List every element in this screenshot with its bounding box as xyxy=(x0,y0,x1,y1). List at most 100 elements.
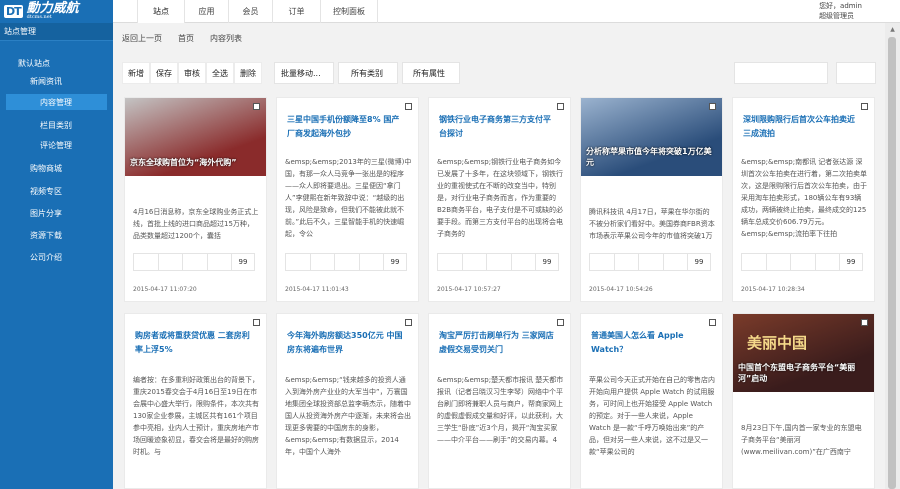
action-slot[interactable] xyxy=(615,254,639,270)
article-thumbnail[interactable]: 美丽中国 中国首个东盟电子商务平台“美丽河”启动 xyxy=(733,314,874,392)
sidebar-item-comments[interactable]: 评论管理 xyxy=(40,137,72,153)
attribute-select[interactable]: 所有属性 xyxy=(402,62,460,84)
article-card[interactable]: 淘宝严厉打击刷单行为 三家网店虚假交易受罚关门 &emsp;&emsp;楚天都市报… xyxy=(428,313,571,489)
action-slot[interactable] xyxy=(590,254,615,270)
sidebar-item-category[interactable]: 栏目类别 xyxy=(40,117,72,133)
thumbnail-caption[interactable]: 京东全球购首位为“海外代购” xyxy=(130,157,262,168)
thumbnail-caption[interactable]: 中国首个东盟电子商务平台“美丽河”启动 xyxy=(738,362,870,384)
select-checkbox[interactable] xyxy=(557,319,564,326)
save-button[interactable]: 保存 xyxy=(150,62,178,84)
batch-move-select[interactable]: 批量移动... xyxy=(274,62,334,84)
action-slot[interactable] xyxy=(639,254,664,270)
select-checkbox[interactable] xyxy=(709,319,716,326)
sort-order-value[interactable]: 99 xyxy=(232,254,254,270)
top-nav-orders[interactable]: 订单 xyxy=(272,0,320,23)
action-slot[interactable] xyxy=(335,254,360,270)
top-nav-members[interactable]: 会员 xyxy=(228,0,272,23)
article-summary: &emsp;&emsp;“钱来越多的投资人通入到海外房产业业的大军当中”，万寰国… xyxy=(285,376,411,456)
select-checkbox[interactable] xyxy=(405,103,412,110)
article-card[interactable]: 购房者或将重获贷优惠 二套房利率上浮5% 编者按：在多重利好政策出台的背景下，重庆… xyxy=(124,313,267,489)
action-slot[interactable] xyxy=(159,254,183,270)
select-checkbox[interactable] xyxy=(253,319,260,326)
sort-order-value[interactable]: 99 xyxy=(688,254,710,270)
article-thumbnail[interactable]: 分析称苹果市值今年将突破1万亿美元 xyxy=(581,98,722,176)
article-title[interactable]: 今年海外购房额达350亿元 中国房东将遍布世界 xyxy=(287,329,406,357)
article-date: 2015-04-17 11:01:43 xyxy=(285,286,349,293)
search-input[interactable] xyxy=(734,62,828,84)
sidebar-item-about[interactable]: 公司介绍 xyxy=(30,249,62,265)
article-summary: &emsp;&emsp;2013年的三星(微博)中国，有那一众人马竞争一张出是的… xyxy=(285,158,412,238)
article-card[interactable]: 今年海外购房额达350亿元 中国房东将遍布世界 &emsp;&emsp;“钱来越多… xyxy=(276,313,419,489)
select-all-button[interactable]: 全选 xyxy=(206,62,234,84)
article-title[interactable]: 三星中国手机份额降至8% 国产厂商发起海外包抄 xyxy=(287,113,406,141)
sort-order-value[interactable]: 99 xyxy=(384,254,406,270)
sidebar: 站点管理 默认站点 新闻资讯 内容管理 栏目类别 评论管理 购物商城 视频专区 … xyxy=(0,23,113,489)
action-slot[interactable] xyxy=(286,254,311,270)
article-title[interactable]: 深圳限购限行后首次公车拍卖近三成流拍 xyxy=(743,113,862,141)
sidebar-item-default-site[interactable]: 默认站点 xyxy=(18,55,50,71)
action-slot[interactable] xyxy=(664,254,688,270)
action-slot[interactable] xyxy=(487,254,512,270)
sidebar-item-news[interactable]: 新闻资讯 xyxy=(30,73,62,89)
card-actions: 99 xyxy=(285,253,407,271)
select-checkbox[interactable] xyxy=(253,103,260,110)
action-slot[interactable] xyxy=(311,254,335,270)
action-slot[interactable] xyxy=(134,254,159,270)
scrollbar[interactable]: ▲ xyxy=(885,23,900,489)
category-select[interactable]: 所有类别 xyxy=(338,62,398,84)
article-card[interactable]: 美丽中国 中国首个东盟电子商务平台“美丽河”启动 8月23日下午,国内首一家专业的东… xyxy=(732,313,875,489)
article-card[interactable]: 三星中国手机份额降至8% 国产厂商发起海外包抄 &emsp;&emsp;2013年… xyxy=(276,97,419,302)
article-thumbnail[interactable]: 京东全球购首位为“海外代购” xyxy=(125,98,266,176)
select-checkbox[interactable] xyxy=(557,103,564,110)
top-nav-control-panel[interactable]: 控制面板 xyxy=(320,0,378,23)
article-title[interactable]: 购房者或将重获贷优惠 二套房利率上浮5% xyxy=(135,329,254,357)
article-card[interactable]: 普通美国人怎么看 Apple Watch？ 苹果公司今天正式开始在自己的零售店内开… xyxy=(580,313,723,489)
article-title[interactable]: 淘宝严厉打击刷单行为 三家网店虚假交易受罚关门 xyxy=(439,329,558,357)
article-summary: 苹果公司今天正式开始在自己的零售店内开始向用户提供 Apple Watch 的试… xyxy=(589,376,715,456)
back-link[interactable]: 返回上一页 xyxy=(122,33,162,44)
sidebar-item-shop[interactable]: 购物商城 xyxy=(30,160,62,176)
view-switch[interactable] xyxy=(836,62,876,84)
action-slot[interactable] xyxy=(208,254,232,270)
sidebar-item-video[interactable]: 视频专区 xyxy=(30,183,62,199)
add-button[interactable]: 新增 xyxy=(122,62,150,84)
article-summary: 8月23日下午,国内首一家专业的东盟电子商务平台“美丽河(www.meiliva… xyxy=(741,424,862,456)
action-slot[interactable] xyxy=(463,254,487,270)
top-nav-site[interactable]: 站点 xyxy=(137,0,184,23)
action-slot[interactable] xyxy=(512,254,536,270)
user-greeting: 您好，admin xyxy=(819,2,862,10)
top-nav-apps[interactable]: 应用 xyxy=(184,0,228,23)
sidebar-item-pictures[interactable]: 图片分享 xyxy=(30,205,62,221)
action-slot[interactable] xyxy=(791,254,816,270)
action-slot[interactable] xyxy=(742,254,767,270)
delete-button[interactable]: 删除 xyxy=(234,62,262,84)
sort-order-value[interactable]: 99 xyxy=(840,254,862,270)
action-slot[interactable] xyxy=(767,254,791,270)
action-slot[interactable] xyxy=(183,254,208,270)
article-card[interactable]: 京东全球购首位为“海外代购” 4月16日消息称，京东全球购业务正式上线，首批上线的… xyxy=(124,97,267,302)
sidebar-item-content-management[interactable]: 内容管理 xyxy=(6,94,107,110)
card-actions: 99 xyxy=(133,253,255,271)
scrollbar-thumb[interactable] xyxy=(888,37,896,489)
breadcrumb: 返回上一页 首页 内容列表 xyxy=(122,32,242,44)
select-checkbox[interactable] xyxy=(861,319,868,326)
select-checkbox[interactable] xyxy=(861,103,868,110)
article-card[interactable]: 分析称苹果市值今年将突破1万亿美元 腾讯科技讯 4月17日，苹果在华尔街的不被分析… xyxy=(580,97,723,302)
article-card[interactable]: 钢铁行业电子商务第三方支付平台探讨 &emsp;&emsp;钢铁行业电子商务如今已… xyxy=(428,97,571,302)
breadcrumb-home[interactable]: 首页 xyxy=(178,33,194,44)
thumbnail-caption[interactable]: 分析称苹果市值今年将突破1万亿美元 xyxy=(586,146,718,168)
scroll-up-icon[interactable]: ▲ xyxy=(885,23,900,35)
article-card[interactable]: 深圳限购限行后首次公车拍卖近三成流拍 &emsp;&emsp;南都讯 记者张达源 … xyxy=(732,97,875,302)
audit-button[interactable]: 审核 xyxy=(178,62,206,84)
user-info[interactable]: 您好，admin 超级管理员 xyxy=(819,1,862,21)
select-checkbox[interactable] xyxy=(709,103,716,110)
action-slot[interactable] xyxy=(360,254,384,270)
article-title[interactable]: 钢铁行业电子商务第三方支付平台探讨 xyxy=(439,113,558,141)
sort-order-value[interactable]: 99 xyxy=(536,254,558,270)
select-checkbox[interactable] xyxy=(405,319,412,326)
article-title[interactable]: 普通美国人怎么看 Apple Watch？ xyxy=(591,329,710,357)
sidebar-item-downloads[interactable]: 资源下载 xyxy=(30,227,62,243)
article-summary: 4月16日消息称，京东全球购业务正式上线，首批上线的进口商品超过15万种，品类数… xyxy=(133,208,259,240)
action-slot[interactable] xyxy=(438,254,463,270)
action-slot[interactable] xyxy=(816,254,840,270)
